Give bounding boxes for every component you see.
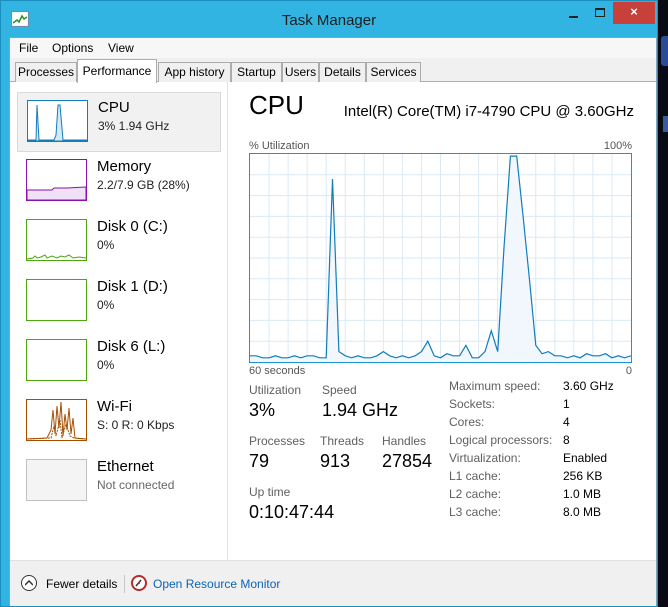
sidebar-item-wifi[interactable]: Wi-Fi S: 0 R: 0 Kbps xyxy=(17,392,221,452)
virtualization-value: Enabled xyxy=(563,451,608,465)
sidebar-item-ethernet[interactable]: Ethernet Not connected xyxy=(17,452,221,512)
threads-value: 913 xyxy=(320,451,351,471)
sidebar-wifi-sub: S: 0 R: 0 Kbps xyxy=(97,418,175,432)
sockets-label: Sockets: xyxy=(449,397,496,411)
sidebar-cpu-sub: 3% 1.94 GHz xyxy=(98,119,170,133)
cores-value: 4 xyxy=(563,415,570,429)
menu-view[interactable]: View xyxy=(108,41,134,55)
speed-label: Speed xyxy=(322,383,357,397)
l3-cache-value: 8.0 MB xyxy=(563,505,602,519)
fewer-details-button[interactable]: Fewer details xyxy=(46,577,117,591)
sidebar-item-cpu[interactable]: CPU 3% 1.94 GHz xyxy=(17,92,221,152)
l1-cache-label: L1 cache: xyxy=(449,469,502,483)
max-speed-label: Maximum speed: xyxy=(449,379,541,393)
tab-performance[interactable]: Performance xyxy=(77,59,157,83)
tab-users[interactable]: Users xyxy=(282,62,319,82)
sidebar-item-memory[interactable]: Memory 2.2/7.9 GB (28%) xyxy=(17,152,221,212)
tab-strip: Processes Performance App history Startu… xyxy=(10,58,656,83)
menu-file[interactable]: File xyxy=(19,41,38,55)
logical-processors-value: 8 xyxy=(563,433,570,447)
wifi-thumbnail-graph xyxy=(26,399,87,441)
tab-startup[interactable]: Startup xyxy=(231,62,282,82)
threads-label: Threads xyxy=(320,434,365,448)
utilization-value: 3% xyxy=(249,400,276,420)
performance-panel: CPU 3% 1.94 GHz Memory 2.2/7.9 GB (28%) xyxy=(10,82,656,560)
desktop-glint xyxy=(661,36,668,66)
handles-value: 27854 xyxy=(382,451,433,471)
tab-services[interactable]: Services xyxy=(366,62,421,82)
graph-label-top-left: % Utilization xyxy=(249,140,310,152)
ethernet-thumbnail-graph xyxy=(26,459,87,501)
sidebar-disk-0-name: Disk 0 (C:) xyxy=(97,218,168,235)
open-resource-monitor-link[interactable]: Open Resource Monitor xyxy=(153,577,280,591)
graph-label-top-right: 100% xyxy=(603,140,632,152)
title-bar[interactable]: Task Manager × xyxy=(1,1,657,37)
memory-thumbnail-graph xyxy=(26,159,87,201)
menu-bar: File Options View xyxy=(10,38,656,58)
maximize-button[interactable] xyxy=(587,2,613,24)
l3-cache-label: L3 cache: xyxy=(449,505,502,519)
desktop-glint xyxy=(663,116,668,132)
l1-cache-value: 256 KB xyxy=(563,469,603,483)
sidebar-disk-6-name: Disk 6 (L:) xyxy=(97,338,166,355)
window-title: Task Manager xyxy=(281,12,377,29)
cpu-detail-pane: CPU Intel(R) Core(TM) i7-4790 CPU @ 3.60… xyxy=(239,82,656,560)
maximize-icon xyxy=(595,8,605,17)
sidebar-item-disk-1[interactable]: Disk 1 (D:) 0% xyxy=(17,272,221,332)
client-area: File Options View Processes Performance … xyxy=(9,37,657,606)
minimize-icon xyxy=(568,16,578,18)
task-manager-window: Task Manager × File Options View Process… xyxy=(0,0,658,607)
footer-bar: Fewer details Open Resource Monitor xyxy=(10,560,656,606)
utilization-label: Utilization xyxy=(249,383,302,397)
disk-1-thumbnail-graph xyxy=(26,279,87,321)
sidebar-memory-name: Memory xyxy=(97,158,152,175)
processes-value: 79 xyxy=(249,451,270,471)
sidebar-memory-sub: 2.2/7.9 GB (28%) xyxy=(97,178,190,192)
resource-monitor-icon[interactable] xyxy=(131,575,147,591)
uptime-value: 0:10:47:44 xyxy=(249,502,335,522)
cpu-thumbnail-graph xyxy=(27,100,88,142)
menu-options[interactable]: Options xyxy=(52,41,93,55)
sidebar-disk-1-sub: 0% xyxy=(97,298,115,312)
max-speed-value: 3.60 GHz xyxy=(563,379,614,393)
cpu-model-name: Intel(R) Core(TM) i7-4790 CPU @ 3.60GHz xyxy=(343,103,634,120)
cores-label: Cores: xyxy=(449,415,485,429)
handles-label: Handles xyxy=(382,434,427,448)
sidebar-disk-1-name: Disk 1 (D:) xyxy=(97,278,168,295)
sidebar-item-disk-6[interactable]: Disk 6 (L:) 0% xyxy=(17,332,221,392)
logical-processors-label: Logical processors: xyxy=(449,433,553,447)
footer-divider xyxy=(124,575,125,593)
disk-0-thumbnail-graph xyxy=(26,219,87,261)
processes-label: Processes xyxy=(249,434,306,448)
graph-label-bottom-right: 0 xyxy=(625,365,632,377)
tab-app-history[interactable]: App history xyxy=(158,62,231,82)
minimize-button[interactable] xyxy=(561,2,585,24)
virtualization-label: Virtualization: xyxy=(449,451,521,465)
resource-sidebar: CPU 3% 1.94 GHz Memory 2.2/7.9 GB (28%) xyxy=(10,82,228,560)
uptime-label: Up time xyxy=(249,485,291,499)
close-icon: × xyxy=(630,4,638,19)
page-title: CPU xyxy=(249,90,304,120)
close-button[interactable]: × xyxy=(613,2,655,24)
graph-label-bottom-left: 60 seconds xyxy=(249,365,306,377)
chevron-up-icon[interactable] xyxy=(21,575,37,591)
sidebar-item-disk-0[interactable]: Disk 0 (C:) 0% xyxy=(17,212,221,272)
speed-value: 1.94 GHz xyxy=(322,400,399,420)
sidebar-wifi-name: Wi-Fi xyxy=(97,398,132,415)
sidebar-ethernet-sub: Not connected xyxy=(97,478,175,492)
sidebar-ethernet-name: Ethernet xyxy=(97,458,154,475)
cpu-utilization-graph xyxy=(249,153,632,363)
sidebar-disk-0-sub: 0% xyxy=(97,238,115,252)
tab-details[interactable]: Details xyxy=(319,62,366,82)
l2-cache-value: 1.0 MB xyxy=(563,487,602,501)
sidebar-disk-6-sub: 0% xyxy=(97,358,115,372)
sidebar-cpu-name: CPU xyxy=(98,99,130,116)
tab-processes[interactable]: Processes xyxy=(15,62,77,82)
cpu-utilization-chart xyxy=(250,154,632,362)
sockets-value: 1 xyxy=(563,397,570,411)
l2-cache-label: L2 cache: xyxy=(449,487,502,501)
disk-6-thumbnail-graph xyxy=(26,339,87,381)
